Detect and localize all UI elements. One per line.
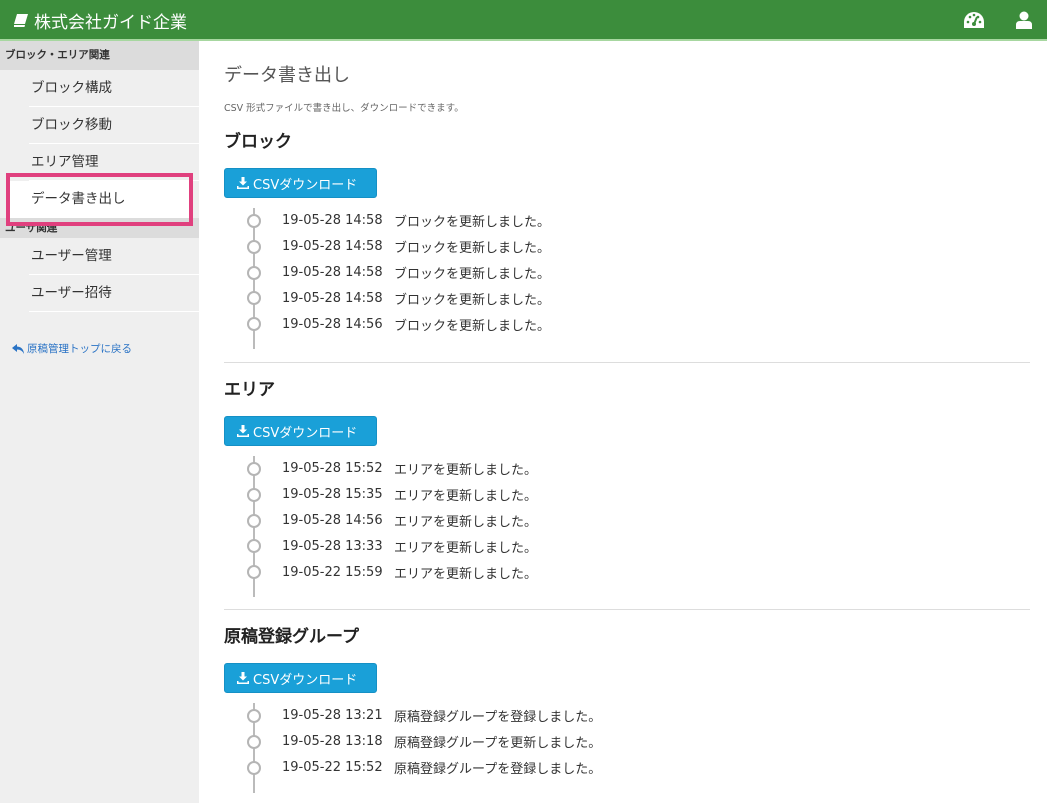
log-message: 原稿登録グループを登録しました。 [394, 761, 602, 777]
log-message: 原稿登録グループを登録しました。 [394, 710, 602, 726]
log-message: エリアを更新しました。 [394, 489, 538, 505]
timeline-dot-icon [247, 462, 261, 476]
button-label: CSVダウンロード [253, 425, 358, 441]
page-title: データ書き出し [224, 65, 350, 86]
reply-arrow-icon [12, 343, 24, 354]
timeline-entry: 19-05-22 15:52 原稿登録グループを登録しました。 [245, 755, 1030, 781]
section-title: 原稿登録グループ [224, 627, 359, 647]
timeline-dot-icon [247, 487, 261, 502]
timeline-dot-icon [247, 239, 261, 254]
timeline-dot-icon [247, 265, 261, 280]
section-area: エリア CSVダウンロード 19-05-28 15:52 エリアを更新しました。 … [224, 378, 1030, 597]
section-block: ブロック CSVダウンロード 19-05-28 14:58 ブロックを更新しました… [224, 130, 1030, 349]
log-message: エリアを更新しました。 [394, 514, 538, 530]
timestamp: 19-05-28 15:52 [282, 461, 383, 477]
sidebar-item-user-invite[interactable]: ユーザー招待 [29, 275, 199, 312]
timestamp: 19-05-28 14:56 [282, 316, 383, 332]
timestamp: 19-05-28 14:58 [282, 264, 383, 280]
log-message: ブロックを更新しました。 [394, 215, 551, 231]
timeline-entry: 19-05-28 15:35 エリアを更新しました。 [245, 482, 1030, 508]
log-message: ブロックを更新しました。 [394, 266, 551, 282]
csv-download-button-manuscript-group[interactable]: CSVダウンロード [224, 663, 377, 693]
sidebar: ブロック・エリア関連 ブロック構成 ブロック移動 エリア管理 データ書き出し ユ… [0, 41, 199, 803]
section-divider [224, 362, 1030, 363]
download-icon [237, 425, 249, 437]
timeline-entry: 19-05-28 13:33 エリアを更新しました。 [245, 533, 1030, 559]
timeline-entry: 19-05-28 14:58 ブロックを更新しました。 [245, 260, 1030, 286]
section-title: ブロック [224, 132, 292, 152]
brand-name: 株式会社ガイド企業 [34, 12, 187, 33]
button-label: CSVダウンロード [253, 672, 358, 688]
log-message: エリアを更新しました。 [394, 566, 538, 582]
brand[interactable]: 株式会社ガイド企業 [14, 9, 187, 33]
timestamp: 19-05-28 13:33 [282, 538, 383, 554]
timeline-dot-icon [247, 539, 261, 554]
log-message: ブロックを更新しました。 [394, 318, 551, 334]
page-description: CSV 形式ファイルで書き出し、ダウンロードできます。 [224, 103, 464, 114]
section-divider [224, 609, 1030, 610]
timeline-dot-icon [247, 291, 261, 306]
csv-download-button-block[interactable]: CSVダウンロード [224, 168, 377, 198]
timeline: 19-05-28 15:52 エリアを更新しました。 19-05-28 15:35… [245, 456, 1030, 597]
log-message: ブロックを更新しました。 [394, 241, 551, 257]
timeline-entry: 19-05-28 15:52 エリアを更新しました。 [245, 456, 1030, 482]
timeline-entry: 19-05-28 14:58 ブロックを更新しました。 [245, 234, 1030, 260]
section-title: エリア [224, 380, 275, 400]
user-icon[interactable] [1011, 7, 1037, 33]
back-link-label: 原稿管理トップに戻る [27, 343, 132, 355]
download-icon [237, 177, 249, 189]
timestamp: 19-05-28 14:56 [282, 512, 383, 528]
log-message: ブロックを更新しました。 [394, 292, 551, 308]
timeline-entry: 19-05-22 15:59 エリアを更新しました。 [245, 559, 1030, 585]
dashboard-icon[interactable] [961, 7, 987, 33]
timeline-dot-icon [247, 513, 261, 528]
timestamp: 19-05-28 14:58 [282, 290, 383, 306]
book-icon [14, 13, 28, 27]
section-manuscript-group: 原稿登録グループ CSVダウンロード 19-05-28 13:21 原稿登録グルー… [224, 625, 1030, 793]
timeline-dot-icon [247, 760, 261, 775]
timestamp: 19-05-22 15:59 [282, 564, 383, 580]
sidebar-item-block-move[interactable]: ブロック移動 [29, 107, 199, 144]
log-message: エリアを更新しました。 [394, 463, 538, 479]
timeline-dot-icon [247, 565, 261, 580]
timestamp: 19-05-28 14:58 [282, 239, 383, 255]
timeline-entry: 19-05-28 14:56 ブロックを更新しました。 [245, 311, 1030, 337]
csv-download-button-area[interactable]: CSVダウンロード [224, 416, 377, 446]
timestamp: 19-05-28 13:21 [282, 708, 383, 724]
sidebar-item-user-management[interactable]: ユーザー管理 [29, 238, 199, 275]
download-icon [237, 672, 249, 684]
timestamp: 19-05-22 15:52 [282, 759, 383, 775]
timeline-entry: 19-05-28 13:21 原稿登録グループを登録しました。 [245, 703, 1030, 729]
timeline-entry: 19-05-28 14:56 エリアを更新しました。 [245, 508, 1030, 534]
log-message: エリアを更新しました。 [394, 540, 538, 556]
timeline-dot-icon [247, 317, 261, 332]
timeline-entry: 19-05-28 14:58 ブロックを更新しました。 [245, 208, 1030, 234]
timestamp: 19-05-28 14:58 [282, 213, 383, 229]
timeline-entry: 19-05-28 13:18 原稿登録グループを更新しました。 [245, 729, 1030, 755]
top-navbar: 株式会社ガイド企業 [0, 0, 1047, 41]
timeline: 19-05-28 14:58 ブロックを更新しました。 19-05-28 14:5… [245, 208, 1030, 349]
timestamp: 19-05-28 13:18 [282, 734, 383, 750]
active-item-highlight [6, 173, 193, 226]
timeline-dot-icon [247, 214, 261, 228]
timestamp: 19-05-28 15:35 [282, 487, 383, 503]
back-to-top-link[interactable]: 原稿管理トップに戻る [12, 341, 132, 356]
button-label: CSVダウンロード [253, 177, 358, 193]
log-message: 原稿登録グループを更新しました。 [394, 736, 602, 752]
timeline-entry: 19-05-28 14:58 ブロックを更新しました。 [245, 285, 1030, 311]
timeline: 19-05-28 13:21 原稿登録グループを登録しました。 19-05-28 … [245, 703, 1030, 793]
timeline-dot-icon [247, 709, 261, 723]
sidebar-group-title-block-area: ブロック・エリア関連 [0, 41, 199, 70]
timeline-dot-icon [247, 734, 261, 749]
sidebar-item-block-structure[interactable]: ブロック構成 [29, 70, 199, 107]
